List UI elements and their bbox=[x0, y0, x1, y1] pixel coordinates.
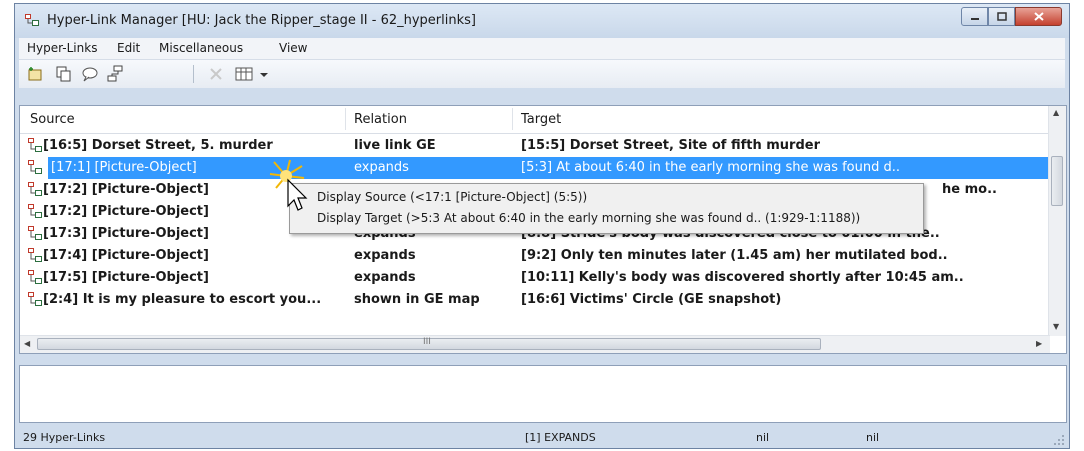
row-relation: shown in GE map bbox=[354, 292, 480, 307]
table-row[interactable]: [16:5] Dorset Street, 5. murder live lin… bbox=[20, 135, 1050, 157]
row-source: [17:5] [Picture-Object] bbox=[43, 270, 209, 285]
row-relation: expands bbox=[354, 270, 416, 285]
display-target-item[interactable]: Display Target (>5:3 At about 6:40 in th… bbox=[317, 211, 860, 225]
hyperlink-icon bbox=[28, 270, 42, 284]
status-link-count: 29 Hyper-Links bbox=[23, 431, 106, 444]
vertical-scrollbar[interactable]: ▲ ▼ bbox=[1048, 106, 1066, 336]
row-source: [2:4] It is my pleasure to escort you... bbox=[43, 292, 322, 307]
menu-view[interactable]: View bbox=[279, 41, 307, 55]
table-row[interactable]: [17:5] [Picture-Object] expands [10:11] … bbox=[20, 267, 1050, 289]
tree-icon[interactable] bbox=[107, 65, 125, 83]
row-target: [9:2] Only ten minutes later (1.45 am) h… bbox=[521, 248, 948, 263]
columns-icon[interactable] bbox=[235, 65, 253, 83]
scroll-down-arrow-icon[interactable]: ▼ bbox=[1053, 322, 1059, 331]
context-tooltip: Display Source (<17:1 [Picture-Object] (… bbox=[289, 183, 924, 234]
resize-grip-icon[interactable] bbox=[1053, 434, 1065, 446]
toolbar bbox=[19, 60, 1065, 88]
row-source: [17:1] [Picture-Object] bbox=[51, 160, 197, 175]
hyperlink-icon bbox=[28, 182, 42, 196]
hyperlink-app-icon bbox=[25, 14, 39, 26]
scroll-up-arrow-icon[interactable]: ▲ bbox=[1053, 108, 1059, 117]
minimize-button[interactable] bbox=[961, 7, 988, 26]
row-target: [5:3] At about 6:40 in the early morning… bbox=[521, 160, 901, 175]
row-relation: expands bbox=[354, 248, 416, 263]
row-source: [17:3] [Picture-Object] bbox=[43, 226, 209, 241]
column-header-relation[interactable]: Relation bbox=[354, 112, 407, 127]
status-field-2: nil bbox=[866, 431, 880, 444]
row-relation: expands bbox=[354, 160, 409, 175]
row-target: [15:5] Dorset Street, Site of fifth murd… bbox=[521, 138, 820, 153]
display-source-item[interactable]: Display Source (<17:1 [Picture-Object] (… bbox=[317, 190, 587, 204]
column-divider[interactable] bbox=[512, 108, 513, 130]
status-bar: 29 Hyper-Links [1] EXPANDS nil nil bbox=[19, 428, 1067, 448]
row-source: [17:2] [Picture-Object] bbox=[43, 182, 209, 197]
menu-bar: Hyper-Links Edit Miscellaneous View bbox=[19, 38, 1065, 60]
mouse-cursor-icon bbox=[269, 159, 308, 211]
row-target: [10:11] Kelly's body was discovered shor… bbox=[521, 270, 964, 285]
maximize-icon bbox=[996, 12, 1007, 21]
menu-hyper-links[interactable]: Hyper-Links bbox=[27, 41, 97, 55]
hyperlink-icon bbox=[28, 138, 42, 152]
row-source: [17:4] [Picture-Object] bbox=[43, 248, 209, 263]
row-target: [16:6] Victims' Circle (GE snapshot) bbox=[521, 292, 782, 307]
column-header-target[interactable]: Target bbox=[521, 112, 561, 127]
vertical-scroll-thumb[interactable] bbox=[1051, 156, 1063, 206]
column-header-source[interactable]: Source bbox=[30, 112, 75, 127]
hyperlink-icon bbox=[28, 204, 42, 218]
copy-icon[interactable] bbox=[55, 65, 73, 83]
row-target: he mo.. bbox=[942, 182, 997, 197]
scroll-grip: III bbox=[423, 337, 431, 347]
list-header: Source Relation Target bbox=[20, 106, 1050, 134]
comment-pane[interactable] bbox=[19, 365, 1067, 423]
toolbar-separator bbox=[193, 65, 194, 83]
scroll-left-arrow-icon[interactable]: ◀ bbox=[24, 339, 30, 348]
menu-miscellaneous[interactable]: Miscellaneous bbox=[159, 41, 243, 55]
scroll-right-arrow-icon[interactable]: ▶ bbox=[1036, 339, 1042, 348]
horizontal-scroll-thumb[interactable]: III bbox=[37, 337, 821, 350]
hyperlink-icon bbox=[28, 160, 42, 174]
hyperlink-icon bbox=[28, 292, 42, 306]
hyperlink-icon bbox=[28, 248, 42, 262]
delete-icon[interactable] bbox=[207, 65, 225, 83]
table-row[interactable]: [17:4] [Picture-Object] expands [9:2] On… bbox=[20, 245, 1050, 267]
table-row-selected[interactable]: [17:1] [Picture-Object] expands [5:3] At… bbox=[20, 157, 1050, 179]
maximize-button[interactable] bbox=[988, 7, 1015, 26]
minimize-icon bbox=[970, 17, 979, 20]
table-row[interactable]: [2:4] It is my pleasure to escort you...… bbox=[20, 289, 1050, 311]
close-button[interactable] bbox=[1015, 7, 1062, 26]
menu-edit[interactable]: Edit bbox=[117, 41, 140, 55]
new-link-icon[interactable] bbox=[27, 65, 45, 83]
row-source: [16:5] Dorset Street, 5. murder bbox=[43, 138, 273, 153]
row-relation: live link GE bbox=[354, 138, 436, 153]
comment-icon[interactable] bbox=[81, 65, 99, 83]
status-field-1: nil bbox=[756, 431, 770, 444]
column-divider[interactable] bbox=[345, 108, 346, 130]
status-relation: [1] EXPANDS bbox=[525, 431, 596, 444]
close-icon bbox=[1033, 12, 1044, 21]
hyperlink-icon bbox=[28, 226, 42, 240]
row-source: [17:2] [Picture-Object] bbox=[43, 204, 209, 219]
window-title: Hyper-Link Manager [HU: Jack the Ripper_… bbox=[47, 13, 476, 28]
title-bar[interactable]: Hyper-Link Manager [HU: Jack the Ripper_… bbox=[15, 4, 1069, 38]
horizontal-scrollbar[interactable]: ◀ III ▶ bbox=[20, 335, 1050, 353]
dropdown-icon[interactable] bbox=[255, 65, 273, 83]
